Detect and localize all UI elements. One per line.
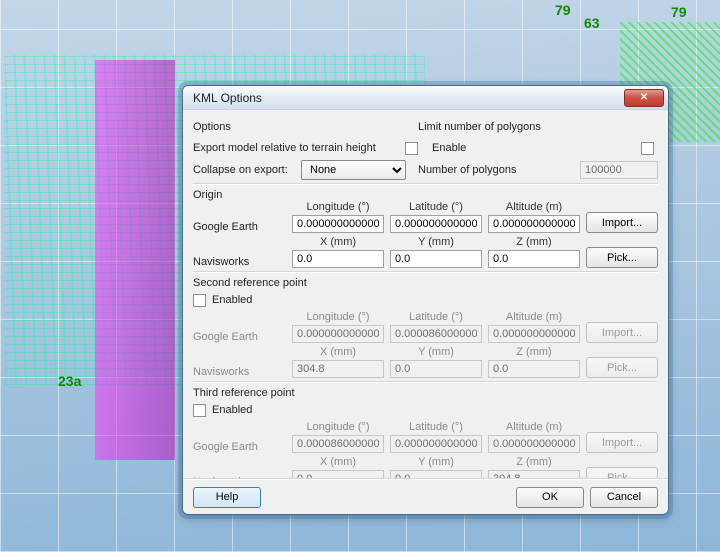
google-earth-label: Google Earth: [193, 331, 286, 343]
ok-button[interactable]: OK: [516, 487, 584, 508]
limit-enable-label: Enable: [432, 142, 466, 154]
navisworks-label: Navisworks: [193, 256, 286, 268]
close-button[interactable]: ✕: [624, 89, 664, 107]
altitude-header: Altitude (m): [488, 201, 580, 213]
third-altitude-field: [488, 435, 580, 453]
origin-header: Origin: [193, 189, 658, 201]
titlebar[interactable]: KML Options ✕: [183, 86, 668, 110]
google-earth-label: Google Earth: [193, 221, 286, 233]
second-import-button: Import...: [586, 322, 658, 343]
latitude-header: Latitude (°): [390, 421, 482, 433]
collapse-combo[interactable]: None: [301, 160, 406, 180]
second-longitude-field: [292, 325, 384, 343]
divider: [193, 183, 658, 185]
dialog-footer: Help OK Cancel: [183, 480, 668, 514]
third-x-field: [292, 470, 384, 478]
origin-x-field[interactable]: [292, 250, 384, 268]
limit-enable-checkbox[interactable]: [641, 142, 654, 155]
origin-altitude-field[interactable]: [488, 215, 580, 233]
export-relative-checkbox[interactable]: [405, 142, 418, 155]
close-icon: ✕: [640, 92, 648, 103]
z-header: Z (mm): [488, 346, 580, 358]
second-ref-header: Second reference point: [193, 277, 658, 289]
dialog-body: Options Limit number of polygons Export …: [183, 110, 668, 478]
origin-import-button[interactable]: Import...: [586, 212, 658, 233]
cancel-button[interactable]: Cancel: [590, 487, 658, 508]
options-header: Options: [193, 121, 418, 133]
x-header: X (mm): [292, 456, 384, 468]
y-header: Y (mm): [390, 346, 482, 358]
latitude-header: Latitude (°): [390, 201, 482, 213]
y-header: Y (mm): [390, 236, 482, 248]
model-columns: [95, 60, 175, 460]
third-z-field: [488, 470, 580, 478]
second-enabled-label: Enabled: [212, 294, 252, 306]
limit-header: Limit number of polygons: [418, 121, 658, 133]
altitude-header: Altitude (m): [488, 311, 580, 323]
divider: [193, 381, 658, 383]
longitude-header: Longitude (°): [292, 421, 384, 433]
navisworks-label: Navisworks: [193, 366, 286, 378]
origin-z-field[interactable]: [488, 250, 580, 268]
kml-options-dialog: KML Options ✕ Options Limit number of po…: [182, 85, 669, 515]
polygon-count-field: [580, 161, 658, 179]
second-enabled-checkbox[interactable]: [193, 294, 206, 307]
third-ref-header: Third reference point: [193, 387, 658, 399]
third-pick-button: Pick...: [586, 467, 658, 478]
help-button[interactable]: Help: [193, 487, 261, 508]
third-import-button: Import...: [586, 432, 658, 453]
grid-label: 23a: [58, 373, 81, 389]
x-header: X (mm): [292, 236, 384, 248]
third-enabled-checkbox[interactable]: [193, 404, 206, 417]
second-y-field: [390, 360, 482, 378]
second-latitude-field: [390, 325, 482, 343]
second-x-field: [292, 360, 384, 378]
origin-pick-button[interactable]: Pick...: [586, 247, 658, 268]
origin-y-field[interactable]: [390, 250, 482, 268]
longitude-header: Longitude (°): [292, 311, 384, 323]
google-earth-label: Google Earth: [193, 441, 286, 453]
y-header: Y (mm): [390, 456, 482, 468]
latitude-header: Latitude (°): [390, 311, 482, 323]
collapse-label: Collapse on export:: [193, 164, 288, 176]
second-pick-button: Pick...: [586, 357, 658, 378]
origin-latitude-field[interactable]: [390, 215, 482, 233]
polygon-count-label: Number of polygons: [418, 164, 516, 176]
dialog-title: KML Options: [193, 91, 624, 105]
grid-label: 63: [584, 15, 600, 31]
third-longitude-field: [292, 435, 384, 453]
second-altitude-field: [488, 325, 580, 343]
divider: [193, 271, 658, 273]
z-header: Z (mm): [488, 456, 580, 468]
third-latitude-field: [390, 435, 482, 453]
export-relative-label: Export model relative to terrain height: [193, 142, 376, 154]
third-y-field: [390, 470, 482, 478]
grid-label: 79: [555, 2, 571, 18]
x-header: X (mm): [292, 346, 384, 358]
longitude-header: Longitude (°): [292, 201, 384, 213]
altitude-header: Altitude (m): [488, 421, 580, 433]
z-header: Z (mm): [488, 236, 580, 248]
origin-longitude-field[interactable]: [292, 215, 384, 233]
grid-label: 79: [671, 4, 687, 20]
third-enabled-label: Enabled: [212, 404, 252, 416]
second-z-field: [488, 360, 580, 378]
